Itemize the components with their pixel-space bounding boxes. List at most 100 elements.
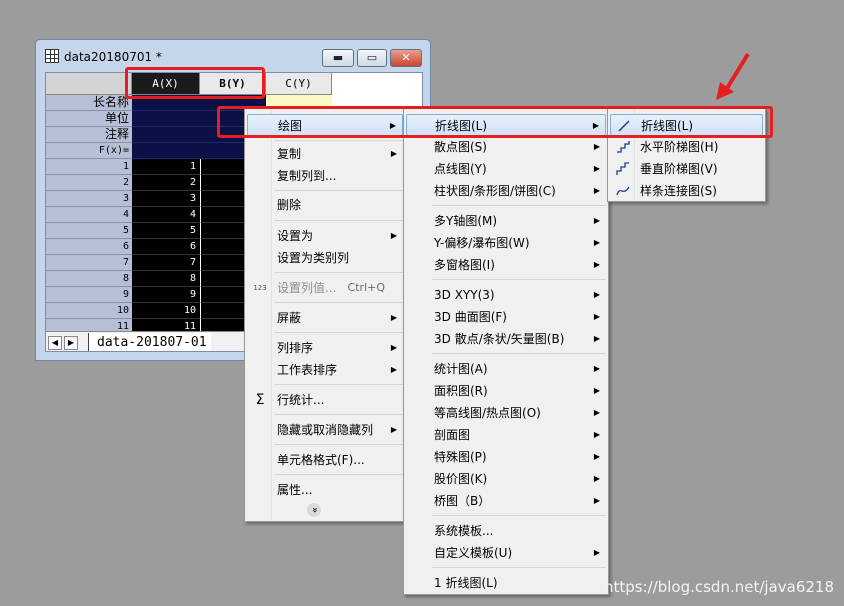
meta-cell[interactable]: [132, 111, 200, 127]
plot-menu-item[interactable]: 面积图(R) ▶: [406, 380, 606, 402]
row-number[interactable]: 2: [46, 175, 132, 191]
column-header-a[interactable]: A(X): [132, 73, 200, 95]
row-label[interactable]: 注释: [46, 127, 132, 143]
close-button[interactable]: ✕: [390, 49, 422, 67]
minimize-button[interactable]: ▬: [322, 49, 354, 67]
plot-menu-item[interactable]: 3D 曲面图(F) ▶: [406, 306, 606, 328]
menu-item-sort-worksheet[interactable]: 工作表排序 ▶: [247, 359, 403, 381]
plot-menu-item[interactable]: 柱状图/条形图/饼图(C) ▶: [406, 180, 606, 202]
spline-icon: [615, 183, 631, 199]
line-submenu: 折线图(L) 水平阶梯图(H) 垂直阶梯图(V) 样条连接图(S): [607, 108, 766, 202]
watermark: https://blog.csdn.net/java6218: [603, 578, 834, 596]
table-cell-a[interactable]: 6: [132, 239, 200, 255]
row-number[interactable]: 8: [46, 271, 132, 287]
menu-item-set-as[interactable]: 设置为 ▶: [247, 225, 403, 247]
plot-menu-item[interactable]: 系统模板...: [406, 520, 606, 542]
plot-menu-item[interactable]: 3D XYY(3) ▶: [406, 284, 606, 306]
plot-menu-item[interactable]: 散点图(S) ▶: [406, 136, 606, 158]
menu-item-mask[interactable]: 屏蔽 ▶: [247, 307, 403, 329]
table-cell-a[interactable]: 10: [132, 303, 200, 319]
row-label[interactable]: F(x)=: [46, 143, 132, 159]
table-cell-a[interactable]: 5: [132, 223, 200, 239]
column-header-c[interactable]: C(Y): [266, 73, 332, 95]
table-cell-a[interactable]: 7: [132, 255, 200, 271]
grid-corner[interactable]: [46, 73, 132, 95]
line-menu-item[interactable]: 垂直阶梯图(V): [610, 158, 763, 180]
set-values-icon: 123: [253, 284, 267, 292]
submenu-arrow-icon: ▶: [390, 425, 397, 434]
row-label[interactable]: 单位: [46, 111, 132, 127]
row-number[interactable]: 9: [46, 287, 132, 303]
sheet-tab[interactable]: data-201807-01: [88, 333, 211, 351]
maximize-button[interactable]: ▭: [357, 49, 387, 67]
menu-item-row-statistics[interactable]: Σ 行统计...: [247, 389, 403, 411]
submenu-arrow-icon: ▶: [593, 334, 600, 343]
row-number[interactable]: 7: [46, 255, 132, 271]
row-number[interactable]: 3: [46, 191, 132, 207]
row-number[interactable]: 4: [46, 207, 132, 223]
menu-item-properties[interactable]: 属性...: [247, 479, 403, 501]
line-menu-item[interactable]: 水平阶梯图(H): [610, 136, 763, 158]
table-cell-a[interactable]: 2: [132, 175, 200, 191]
plot-menu-item[interactable]: 等高线图/热点图(O) ▶: [406, 402, 606, 424]
row-number[interactable]: 1: [46, 159, 132, 175]
submenu-arrow-icon: ▶: [390, 231, 397, 240]
submenu-arrow-icon: ▶: [390, 313, 397, 322]
plot-menu-item[interactable]: 统计图(A) ▶: [406, 358, 606, 380]
meta-cell[interactable]: [132, 95, 200, 111]
tab-scroll-left-icon[interactable]: ◀: [48, 336, 62, 350]
row-number[interactable]: 10: [46, 303, 132, 319]
submenu-arrow-icon: ▶: [593, 142, 600, 151]
worksheet-icon: [45, 49, 59, 63]
menu-item-set-categorical[interactable]: 设置为类别列: [247, 247, 403, 269]
table-cell-a[interactable]: 1: [132, 159, 200, 175]
menu-item-sort-columns[interactable]: 列排序 ▶: [247, 337, 403, 359]
plot-menu-item[interactable]: Y-偏移/瀑布图(W) ▶: [406, 232, 606, 254]
table-cell-a[interactable]: 9: [132, 287, 200, 303]
menu-item-copy[interactable]: 复制 ▶: [247, 143, 403, 165]
submenu-arrow-icon: ▶: [593, 452, 600, 461]
line-plot-icon: [616, 118, 632, 134]
line-menu-item[interactable]: 样条连接图(S): [610, 180, 763, 202]
submenu-arrow-icon: ▶: [593, 548, 600, 557]
plot-menu-item[interactable]: 自定义模板(U) ▶: [406, 542, 606, 564]
menu-item-cell-format[interactable]: 单元格格式(F)...: [247, 449, 403, 471]
submenu-arrow-icon: ▶: [593, 430, 600, 439]
plot-menu-item[interactable]: 1 折线图(L): [406, 572, 606, 594]
menu-item-set-column-values[interactable]: 123 设置列值... Ctrl+Q: [247, 277, 403, 299]
submenu-arrow-icon: ▶: [390, 343, 397, 352]
plot-menu-item[interactable]: 3D 散点/条状/矢量图(B) ▶: [406, 328, 606, 350]
plot-menu-item[interactable]: 特殊图(P) ▶: [406, 446, 606, 468]
plot-menu-item[interactable]: 桥图（B） ▶: [406, 490, 606, 512]
row-label[interactable]: 长名称: [46, 95, 132, 111]
menu-item-copy-to[interactable]: 复制列到...: [247, 165, 403, 187]
plot-menu-item[interactable]: 剖面图 ▶: [406, 424, 606, 446]
menu-item-delete[interactable]: 删除: [247, 194, 403, 216]
plot-menu-item[interactable]: 股价图(K) ▶: [406, 468, 606, 490]
expand-menu-icon[interactable]: »: [307, 503, 321, 517]
plot-menu-item[interactable]: 折线图(L) ▶: [406, 114, 606, 136]
tab-scroll-right-icon[interactable]: ▶: [64, 336, 78, 350]
meta-cell[interactable]: [132, 127, 200, 143]
row-number[interactable]: 6: [46, 239, 132, 255]
column-header-b[interactable]: B(Y): [200, 73, 266, 95]
line-menu-item[interactable]: 折线图(L): [610, 114, 763, 136]
row-number[interactable]: 5: [46, 223, 132, 239]
menu-item-hide-unhide[interactable]: 隐藏或取消隐藏列 ▶: [247, 419, 403, 441]
annotation-arrow-icon: [716, 52, 750, 100]
table-cell-a[interactable]: 8: [132, 271, 200, 287]
vertical-step-icon: [615, 161, 631, 177]
submenu-arrow-icon: ▶: [593, 216, 600, 225]
table-cell-a[interactable]: 4: [132, 207, 200, 223]
submenu-arrow-icon: ▶: [593, 386, 600, 395]
plot-menu-item[interactable]: 多窗格图(I) ▶: [406, 254, 606, 276]
meta-cell[interactable]: [132, 143, 200, 159]
submenu-arrow-icon: ▶: [593, 238, 600, 247]
plot-menu-item[interactable]: 点线图(Y) ▶: [406, 158, 606, 180]
table-cell-a[interactable]: 3: [132, 191, 200, 207]
submenu-arrow-icon: ▶: [593, 496, 600, 505]
plot-menu-item[interactable]: 多Y轴图(M) ▶: [406, 210, 606, 232]
submenu-arrow-icon: ▶: [389, 121, 396, 130]
submenu-arrow-icon: ▶: [593, 164, 600, 173]
menu-item-plot[interactable]: 绘图 ▶: [247, 114, 403, 136]
